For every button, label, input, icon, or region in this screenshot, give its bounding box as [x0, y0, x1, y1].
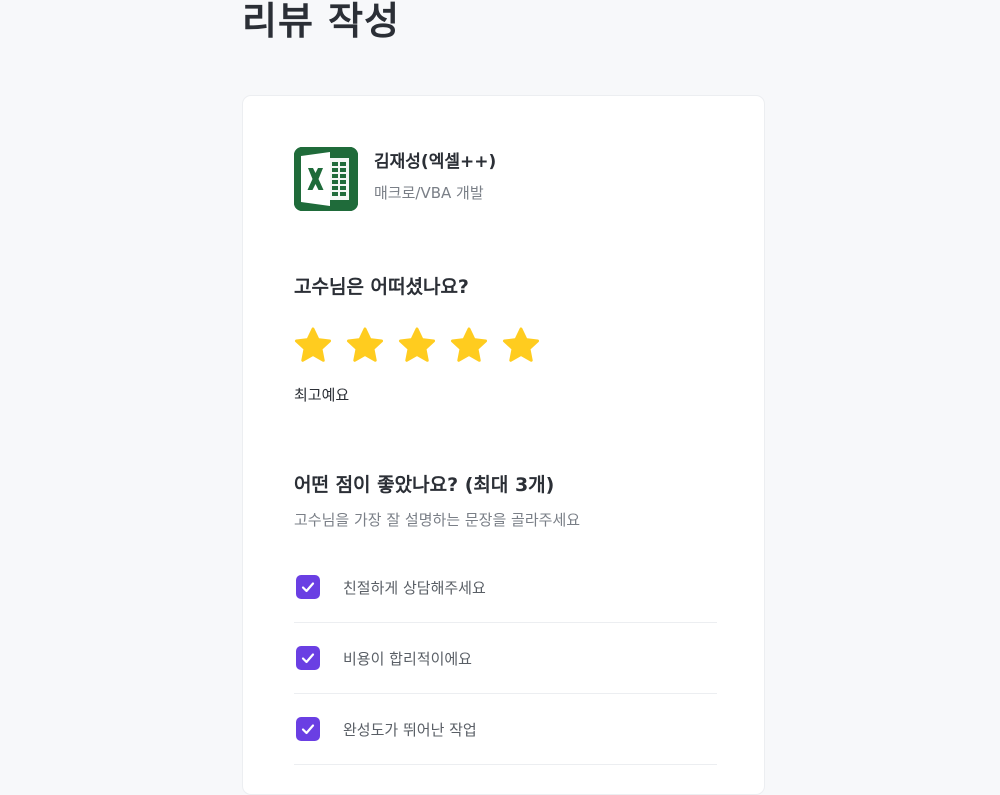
check-icon: [301, 724, 315, 735]
check-icon: [301, 653, 315, 664]
expert-avatar: [294, 147, 358, 211]
option-quality-work[interactable]: 완성도가 뛰어난 작업: [294, 694, 717, 765]
rating-label: 최고예요: [294, 386, 350, 404]
expert-category: 매크로/VBA 개발: [374, 184, 484, 202]
star-icon[interactable]: [292, 325, 334, 367]
option-label: 친절하게 상담해주세요: [343, 578, 486, 597]
check-icon: [301, 582, 315, 593]
star-icon[interactable]: [344, 325, 386, 367]
option-friendly-consult[interactable]: 친절하게 상담해주세요: [294, 552, 717, 623]
option-label: 완성도가 뛰어난 작업: [343, 720, 477, 739]
expert-info: 김재성(엑셀++) 매크로/VBA 개발: [374, 150, 496, 203]
rating-question: 고수님은 어떠셨나요?: [294, 276, 469, 298]
good-points-subtitle: 고수님을 가장 잘 설명하는 문장을 골라주세요: [294, 511, 581, 529]
star-rating[interactable]: [292, 325, 542, 367]
excel-icon: [294, 147, 358, 211]
checkbox-checked[interactable]: [296, 646, 320, 670]
good-points-options: 친절하게 상담해주세요 비용이 합리적이에요 완성도가 뛰어난 작업: [294, 552, 717, 765]
option-label: 비용이 합리적이에요: [343, 649, 472, 668]
star-icon[interactable]: [500, 325, 542, 367]
expert-name: 김재성(엑셀++): [374, 152, 497, 172]
star-icon[interactable]: [396, 325, 438, 367]
good-points-question: 어떤 점이 좋았나요? (최대 3개): [294, 474, 555, 496]
option-reasonable-cost[interactable]: 비용이 합리적이에요: [294, 623, 717, 694]
page-title: 리뷰 작성: [242, 0, 401, 43]
review-form-card: 김재성(엑셀++) 매크로/VBA 개발 고수님은 어떠셨나요? 최고예요 어떤…: [242, 95, 765, 795]
checkbox-checked[interactable]: [296, 575, 320, 599]
star-icon[interactable]: [448, 325, 490, 367]
expert-summary: 김재성(엑셀++) 매크로/VBA 개발: [294, 147, 496, 211]
checkbox-checked[interactable]: [296, 717, 320, 741]
